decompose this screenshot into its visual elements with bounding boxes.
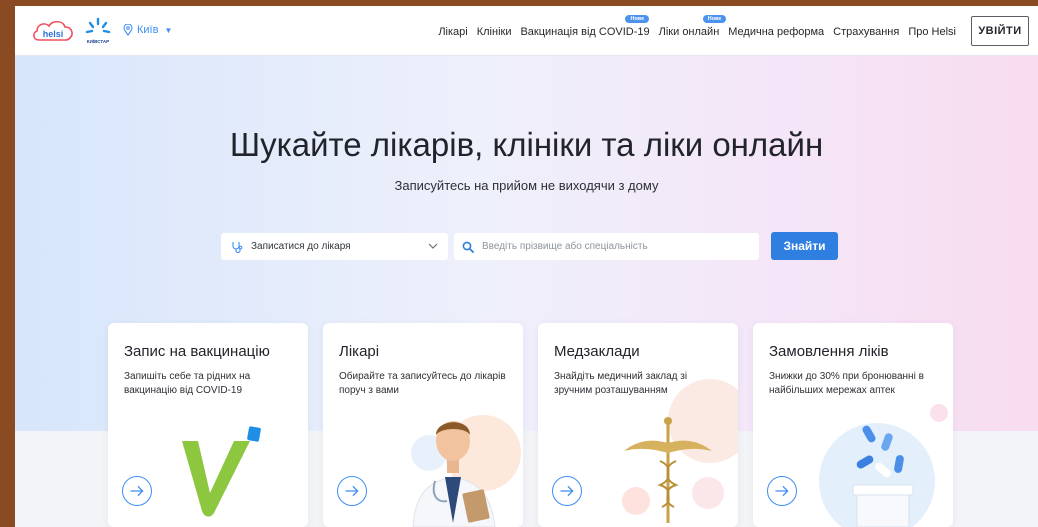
card-title: Запис на вакцинацію [124, 343, 270, 360]
login-button[interactable]: УВІЙТИ [971, 16, 1029, 46]
arrow-right-icon[interactable] [552, 476, 582, 506]
vaccine-v-illustration [182, 426, 261, 517]
nav-item-doctors[interactable]: Лікарі [438, 26, 467, 38]
partner-name: КИЇВСТАР [87, 38, 109, 44]
nav-label: Вакцинація від COVID-19 [520, 26, 650, 38]
hero-subtitle: Записуйтесь на прийом не виходячи з дому [394, 178, 659, 193]
nav-item-medical-reform[interactable]: Медична реформа [728, 26, 824, 38]
appointment-type-select[interactable]: Записатися до лікаря [221, 233, 448, 260]
location-pin-icon [123, 24, 133, 36]
stethoscope-icon [232, 241, 243, 253]
helsi-logo[interactable]: helsi [31, 18, 75, 44]
card-description: Знайдіть медичний заклад зі зручним розт… [554, 371, 688, 396]
doctor-illustration [411, 415, 521, 527]
nav-item-clinics[interactable]: Клініки [477, 26, 512, 38]
card-description: Обирайте та записуйтесь до лікарів поруч… [339, 371, 506, 396]
main-nav: Лікарі Клініки Нове Вакцинація від COVID… [438, 15, 956, 38]
card-vaccination[interactable]: Запис на вакцинацію Запишіть себе та рід… [108, 323, 308, 527]
arrow-right-icon[interactable] [767, 476, 797, 506]
search-box [454, 233, 759, 260]
card-title: Замовлення ліків [769, 343, 889, 360]
nav-label: Страхування [833, 26, 900, 38]
card-description: Запишіть себе та рідних на вакцинацію ві… [124, 371, 251, 396]
new-badge: Нове [702, 15, 727, 23]
nav-item-insurance[interactable]: Страхування [833, 26, 899, 38]
arrow-right-icon[interactable] [337, 476, 367, 506]
nav-item-about-helsi[interactable]: Про Helsi [908, 26, 956, 38]
nav-label: Медична реформа [728, 26, 825, 38]
logo-text: helsi [43, 29, 64, 39]
nav-label: Про Helsi [908, 26, 956, 38]
caret-down-icon: ▼ [164, 25, 173, 35]
search-input[interactable] [482, 241, 742, 252]
nav-item-covid-vaccination[interactable]: Нове Вакцинація від COVID-19 [520, 15, 650, 38]
nav-label: Ліки онлайн [658, 26, 720, 38]
select-value: Записатися до лікаря [251, 241, 351, 252]
search-icon [462, 241, 474, 253]
arrow-right-icon[interactable] [122, 476, 152, 506]
search-button[interactable]: Знайти [771, 232, 838, 260]
hero-title: Шукайте лікарів, клініки та ліки онлайн [229, 126, 824, 163]
kyivstar-logo[interactable]: КИЇВСТАР [83, 16, 113, 46]
card-description: Знижки до 30% при бронюванні в найбільши… [769, 371, 924, 396]
card-doctors[interactable]: Лікарі Обирайте та записуйтесь до лікарі… [323, 323, 523, 527]
nav-label: Клініки [476, 26, 512, 38]
card-medicine-orders[interactable]: Замовлення ліків Знижки до 30% при броню… [753, 323, 953, 527]
pills-illustration [819, 404, 948, 527]
card-title: Медзаклади [554, 343, 640, 360]
card-title: Лікарі [339, 343, 380, 360]
card-clinics[interactable]: Медзаклади Знайдіть медичний заклад зі з… [538, 323, 738, 527]
page: helsi КИЇВСТАР Київ ▼ Лікарі Клініки Нов… [15, 6, 1038, 527]
new-badge: Нове [625, 15, 650, 23]
header: helsi КИЇВСТАР Київ ▼ Лікарі Клініки Нов… [15, 6, 1038, 56]
city-name: Київ [137, 24, 159, 36]
nav-label: Лікарі [438, 26, 468, 38]
chevron-down-icon [428, 243, 438, 249]
city-selector[interactable]: Київ ▼ [123, 24, 172, 36]
nav-item-medicines-online[interactable]: Нове Ліки онлайн [658, 15, 727, 38]
